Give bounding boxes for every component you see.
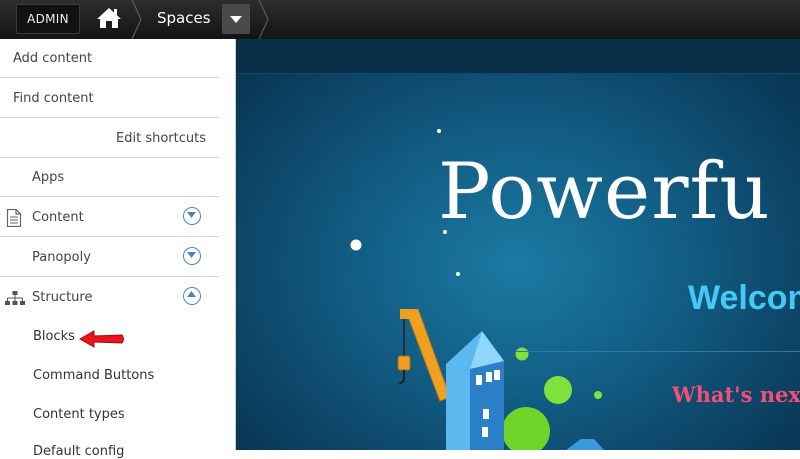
divider — [516, 351, 800, 352]
expand-toggle[interactable] — [183, 207, 201, 225]
edit-shortcuts-link[interactable]: Edit shortcuts — [0, 119, 219, 158]
menu-item-label: Find content — [13, 91, 94, 106]
menu-item-add-content[interactable]: Add content — [0, 39, 219, 78]
menu-item-label: Edit shortcuts — [116, 131, 206, 146]
submenu-item-default-config[interactable]: Default config — [33, 444, 124, 459]
menu-item-label: Add content — [13, 51, 93, 66]
collapse-toggle[interactable] — [183, 287, 201, 305]
red-arrow-icon — [78, 330, 124, 348]
spaces-dropdown-button[interactable] — [222, 4, 250, 34]
menu-item-label: Structure — [32, 290, 93, 305]
submenu-item-content-types[interactable]: Content types — [33, 407, 125, 422]
menu-item-structure[interactable]: Structure — [0, 278, 219, 317]
breadcrumb-separator-icon — [258, 0, 269, 39]
menu-item-apps[interactable]: Apps — [0, 158, 219, 197]
menu-item-label: Content — [32, 210, 84, 225]
expand-toggle[interactable] — [183, 247, 201, 265]
whats-next-heading: What's next — [672, 382, 800, 407]
admin-toolbar: ADMIN Spaces — [0, 0, 800, 39]
chevron-up-icon — [187, 291, 196, 297]
submenu-item-command-buttons[interactable]: Command Buttons — [33, 368, 154, 383]
breadcrumb-spaces[interactable]: Spaces — [157, 0, 211, 39]
document-icon — [6, 209, 22, 227]
menu-item-label: Apps — [32, 170, 65, 185]
menu-item-find-content[interactable]: Find content — [0, 79, 219, 118]
admin-menu: Add content Find content Edit shortcuts … — [0, 39, 236, 459]
submenu-item-blocks[interactable]: Blocks — [33, 329, 75, 344]
chevron-down-icon — [187, 252, 196, 258]
breadcrumb-separator-icon — [131, 0, 142, 39]
home-icon[interactable] — [96, 6, 122, 30]
menu-item-content[interactable]: Content — [0, 198, 219, 237]
menu-item-panopoly[interactable]: Panopoly — [0, 238, 219, 277]
welcome-heading: Welcom — [688, 279, 800, 317]
menu-item-label: Panopoly — [32, 250, 91, 265]
sitemap-icon — [5, 291, 25, 305]
admin-button[interactable]: ADMIN — [16, 4, 80, 34]
welcome-hero: Powerfu Welcom What's next — [236, 39, 800, 450]
hero-title: Powerfu — [438, 147, 771, 237]
chevron-down-icon — [187, 212, 196, 218]
chevron-down-icon — [230, 16, 242, 23]
